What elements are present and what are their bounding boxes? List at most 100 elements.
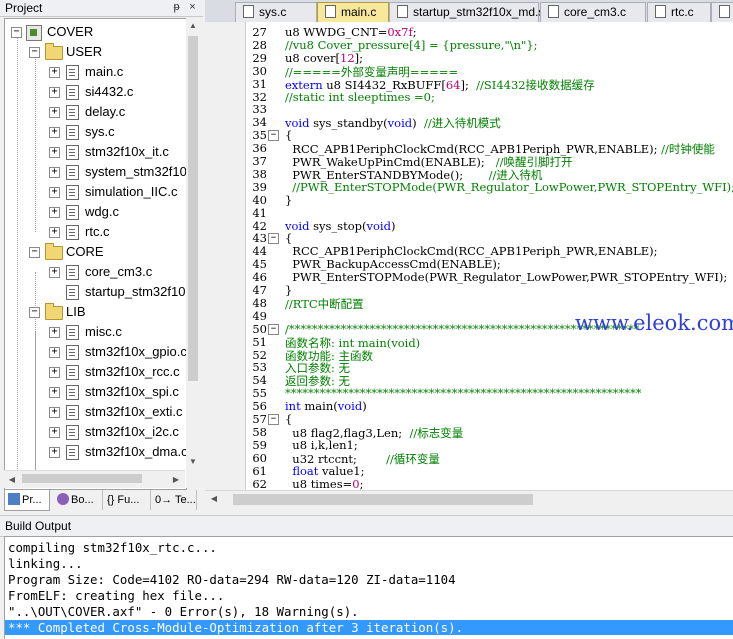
c-file-icon	[66, 445, 79, 460]
line-number: 45	[252, 257, 267, 272]
code-line[interactable]: float value1;	[285, 464, 364, 478]
code-line[interactable]: PWR_BackupAccessCmd(ENABLE);	[285, 257, 501, 272]
tab-templates[interactable]: 0→ Te...	[152, 490, 197, 510]
editor-tab-label: startup_stm32f10x_md.s	[413, 5, 545, 19]
tree-item-label: si4432.c	[85, 84, 134, 99]
tree-expander-icon[interactable]: +	[49, 127, 60, 138]
tree-expander-icon[interactable]: +	[49, 407, 60, 418]
code-line[interactable]: ****************************************…	[285, 386, 642, 400]
code-line[interactable]: u8 i,k,len1;	[285, 438, 357, 452]
tree-vertical-scroll-thumb[interactable]	[188, 36, 198, 381]
code-editor[interactable]: 27 u8 WWDG_CNT=0x7f; 28 //vu8 Cover_pressur…	[205, 22, 733, 490]
code-line[interactable]: int main(void)	[285, 399, 367, 413]
editor-tab[interactable]: startup_stm32f10x_md.s	[389, 2, 544, 22]
tree-expander-icon[interactable]: +	[49, 187, 60, 198]
tree-expander-icon[interactable]: +	[49, 387, 60, 398]
code-line[interactable]: {	[285, 128, 292, 142]
tree-item-label: wdg.c	[85, 204, 119, 219]
tree-expander-icon[interactable]: +	[49, 327, 60, 338]
code-token: void	[337, 399, 363, 414]
c-file-icon	[397, 5, 408, 18]
scroll-up-arrow-icon[interactable]: ▲	[188, 21, 198, 30]
tree-expander-icon[interactable]: −	[29, 247, 40, 258]
code-token: )	[390, 218, 396, 233]
tree-expander-icon[interactable]: +	[49, 167, 60, 178]
editor-tab[interactable]: v	[711, 2, 733, 22]
build-output-line[interactable]: "..\OUT\COVER.axf" - 0 Error(s), 18 Warn…	[8, 604, 359, 619]
c-file-icon	[66, 425, 79, 440]
code-token: 0x7f	[387, 25, 413, 39]
fold-marker-icon[interactable]: −	[268, 130, 279, 142]
fold-marker-icon[interactable]: −	[268, 414, 279, 425]
code-line[interactable]: //RTC中断配置	[285, 296, 364, 312]
code-line[interactable]: void sys_standby(void) //进入待机模式	[285, 115, 501, 131]
code-line[interactable]: }	[285, 283, 292, 297]
build-output-line[interactable]: FromELF: creating hex file...	[8, 588, 224, 603]
code-line[interactable]: //static int sleeptimes =0;	[285, 90, 435, 104]
code-line[interactable]: void sys_stop(void)	[285, 219, 395, 233]
c-file-icon	[325, 5, 336, 18]
fold-marker-icon[interactable]: −	[268, 233, 279, 245]
close-icon[interactable]: ×	[186, 1, 199, 14]
code-line[interactable]: u8 times=0;	[285, 477, 363, 491]
build-output-line[interactable]: Program Size: Code=4102 RO-data=294 RW-d…	[8, 572, 456, 587]
code-line[interactable]: RCC_APB1PeriphClockCmd(RCC_APB1Periph_PW…	[285, 244, 657, 258]
code-line[interactable]: {	[285, 231, 292, 245]
line-number: 33	[252, 102, 267, 117]
build-output-panel[interactable]: compiling stm32f10x_rtc.c... linking... Pr…	[4, 536, 733, 639]
tree-expander-icon[interactable]: +	[49, 227, 60, 238]
tree-horizontal-scroll-thumb[interactable]	[22, 474, 142, 483]
tree-expander-icon[interactable]: +	[49, 447, 60, 458]
code-token: //vu8 Cover_pressure[4] = {pressure,"\n"…	[285, 37, 538, 52]
tree-expander-icon[interactable]: +	[49, 267, 60, 278]
tab-books[interactable]: Bo...	[54, 490, 103, 510]
code-token: //PWR_EnterSTOPMode(PWR_Regulator_LowPow…	[285, 179, 733, 194]
code-token: float	[292, 463, 319, 478]
code-token: )	[362, 399, 367, 414]
code-token: PWR_BackupAccessCmd(ENABLE);	[285, 257, 501, 272]
fold-marker-icon[interactable]: −	[268, 323, 279, 335]
code-line[interactable]: }	[285, 193, 292, 207]
code-token: //循环变量	[386, 451, 440, 466]
tree-expander-icon[interactable]: −	[29, 47, 40, 58]
tab-functions[interactable]: {} Fu...	[104, 490, 151, 510]
code-line[interactable]: {	[285, 412, 292, 426]
editor-scroll-left-arrow-icon[interactable]: ◀	[209, 494, 219, 503]
code-line[interactable]: PWR_EnterSTOPMode(PWR_Regulator_LowPower…	[285, 270, 727, 284]
tree-expander-icon[interactable]: +	[49, 207, 60, 218]
tab-label: 0→ Te...	[155, 494, 196, 506]
scroll-left-arrow-icon[interactable]: ◀	[7, 475, 17, 484]
editor-tab[interactable]: rtc.c	[647, 2, 711, 22]
tree-expander-icon[interactable]: +	[49, 107, 60, 118]
line-number: 60	[252, 450, 267, 465]
code-line[interactable]: u8 cover[12];	[285, 51, 363, 65]
project-panel-tabs: Pr... Bo... {} Fu... 0→ Te...	[4, 490, 203, 512]
line-number: 27	[252, 25, 267, 39]
tree-expander-icon[interactable]: +	[49, 427, 60, 438]
line-number: 54	[252, 373, 267, 388]
tree-expander-icon[interactable]: +	[49, 67, 60, 78]
tree-expander-icon[interactable]: +	[49, 87, 60, 98]
tree-expander-icon[interactable]: +	[49, 347, 60, 358]
tree-expander-icon[interactable]: −	[11, 27, 22, 38]
tree-item-label: USER	[66, 44, 103, 59]
tree-expander-icon[interactable]: +	[49, 147, 60, 158]
line-number: 62	[252, 476, 267, 491]
code-line[interactable]: //vu8 Cover_pressure[4] = {pressure,"\n"…	[285, 38, 538, 52]
editor-tab[interactable]: core_cm3.c	[540, 2, 646, 22]
build-output-line[interactable]: *** Completed Cross-Module-Optimization …	[5, 619, 733, 635]
code-line[interactable]: u8 WWDG_CNT=0x7f;	[285, 25, 417, 39]
editor-tab[interactable]: sys.c	[235, 2, 317, 22]
tree-guide-line	[17, 32, 18, 471]
build-output-line[interactable]: linking...	[8, 556, 83, 571]
tab-project[interactable]: Pr...	[4, 490, 50, 511]
code-line[interactable]: //PWR_EnterSTOPMode(PWR_Regulator_LowPow…	[285, 180, 733, 194]
build-output-line[interactable]: compiling stm32f10x_rtc.c...	[8, 540, 217, 555]
pin-icon[interactable]: ᵽ	[170, 1, 183, 14]
tree-expander-icon[interactable]: −	[29, 307, 40, 318]
scroll-down-arrow-icon[interactable]: ▼	[188, 457, 198, 466]
tree-expander-icon[interactable]: +	[49, 367, 60, 378]
scroll-right-arrow-icon[interactable]: ▶	[171, 475, 181, 484]
editor-horizontal-scroll-thumb[interactable]	[233, 494, 533, 505]
editor-tab[interactable]: main.c	[317, 2, 389, 22]
